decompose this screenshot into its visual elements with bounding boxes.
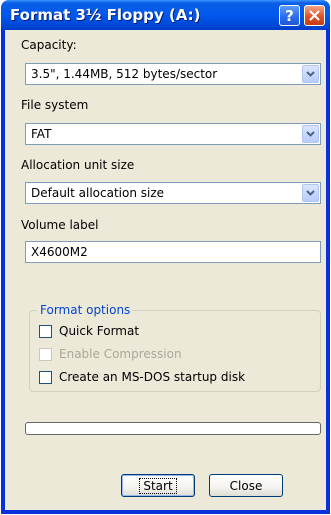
volume-label-label: Volume label	[21, 218, 99, 232]
msdos-startup-checkbox[interactable]	[39, 371, 52, 384]
allocation-label: Allocation unit size	[21, 158, 135, 172]
quick-format-label[interactable]: Quick Format	[59, 324, 139, 338]
window-title: Format 3½ Floppy (A:)	[10, 6, 201, 24]
dialog-body: Capacity: 3.5", 1.44MB, 512 bytes/sector…	[5, 30, 326, 510]
close-window-button[interactable]	[304, 5, 325, 26]
chevron-down-icon[interactable]	[302, 65, 319, 83]
start-button[interactable]: Start	[121, 474, 195, 497]
msdos-startup-label[interactable]: Create an MS-DOS startup disk	[59, 370, 245, 384]
help-button[interactable]: ?	[279, 5, 300, 26]
format-dialog: Format 3½ Floppy (A:) ? Capacity: 3.5", …	[1, 0, 330, 514]
chevron-down-icon[interactable]	[302, 184, 319, 202]
format-options-title: Format options	[37, 303, 134, 317]
format-progress-bar	[25, 422, 321, 435]
help-icon: ?	[285, 6, 294, 25]
file-system-value: FAT	[31, 127, 52, 141]
close-button[interactable]: Close	[209, 474, 283, 497]
capacity-label: Capacity:	[21, 38, 77, 52]
title-bar[interactable]: Format 3½ Floppy (A:) ?	[1, 0, 330, 30]
close-button-label: Close	[229, 478, 263, 493]
enable-compression-checkbox	[39, 348, 52, 361]
chevron-down-icon[interactable]	[302, 125, 319, 143]
enable-compression-label: Enable Compression	[59, 347, 182, 361]
close-icon	[309, 10, 320, 21]
start-button-label: Start	[139, 477, 177, 494]
file-system-dropdown[interactable]: FAT	[25, 123, 321, 145]
allocation-dropdown[interactable]: Default allocation size	[25, 182, 321, 204]
quick-format-checkbox[interactable]	[39, 325, 52, 338]
volume-label-value: X4600M2	[31, 245, 88, 259]
capacity-dropdown[interactable]: 3.5", 1.44MB, 512 bytes/sector	[25, 63, 321, 85]
allocation-value: Default allocation size	[31, 186, 165, 200]
file-system-label: File system	[21, 98, 89, 112]
capacity-value: 3.5", 1.44MB, 512 bytes/sector	[31, 67, 218, 81]
volume-label-input[interactable]: X4600M2	[25, 241, 321, 263]
